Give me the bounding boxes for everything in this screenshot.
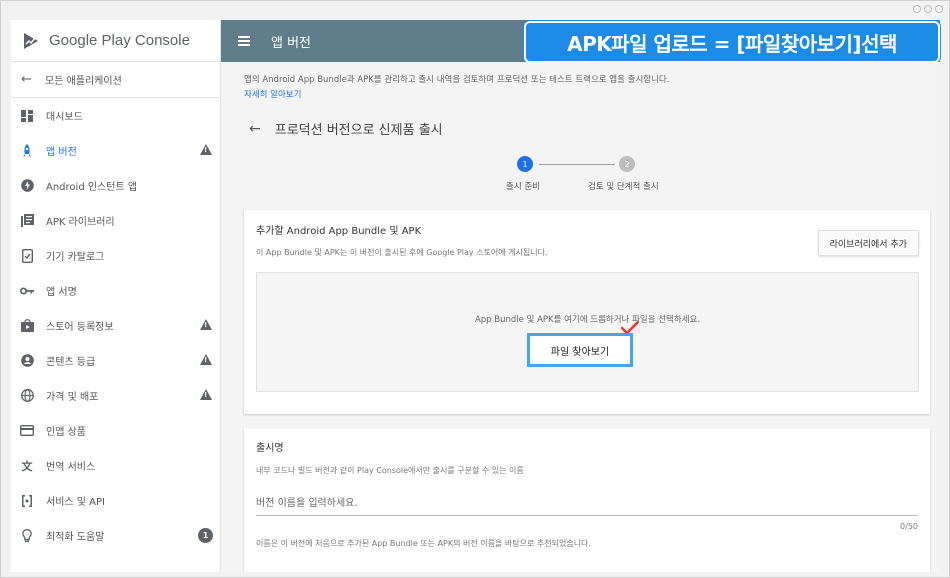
add-from-library-button[interactable]: 라이브러리에서 추가	[817, 230, 919, 256]
step-2-label: 검토 및 단계적 출시	[588, 182, 659, 192]
sidebar-item-label: 앱 버전	[46, 147, 77, 158]
api-icon	[20, 494, 34, 508]
sidebar-item-device-catalog[interactable]: 기기 카탈로그	[11, 238, 220, 273]
sidebar-item-app-signing[interactable]: 앱 서명	[11, 273, 220, 308]
sidebar-item-apk-library[interactable]: APK 라이브러리	[11, 203, 220, 238]
arrow-left-icon: ←	[21, 72, 32, 87]
learn-more-link[interactable]: 자세히 알아보기	[244, 88, 669, 103]
sidebar-item-label: Android 인스턴트 앱	[46, 182, 138, 193]
menu-icon[interactable]	[238, 36, 250, 46]
sidebar-item-store-listing[interactable]: 스토어 등록정보	[11, 308, 220, 343]
drop-zone-text: App Bundle 및 APK를 여기에 드롭하거나 파일을 선택하세요.	[474, 315, 701, 325]
instant-bolt-icon	[20, 179, 34, 193]
rocket-icon	[20, 143, 34, 158]
sidebar-item-services-api[interactable]: 서비스 및 API	[11, 483, 220, 518]
intro-text: 앱의 Android App Bundle과 APK를 관리하고 출시 내역을 …	[244, 73, 669, 103]
release-name-title: 출시명	[256, 443, 284, 454]
sidebar-item-label: 기기 카탈로그	[46, 252, 105, 263]
sidebar-item-label: 콘텐츠 등급	[46, 357, 96, 368]
bundle-card-title: 추가할 Android App Bundle 및 APK	[256, 226, 422, 237]
sidebar-item-instant-apps[interactable]: Android 인스턴트 앱	[11, 168, 220, 203]
play-console-logo-icon	[24, 32, 38, 49]
release-name-subtitle: 내부 코드나 빌드 버전과 같이 Play Console에서만 출시를 구분할…	[256, 466, 524, 475]
character-count: 0/50	[900, 522, 918, 531]
sidebar-item-dashboard[interactable]: 대시보드	[11, 98, 220, 133]
file-drop-zone[interactable]: App Bundle 및 APK를 여기에 드롭하거나 파일을 선택하세요. 파…	[256, 272, 919, 392]
browse-files-button[interactable]: 파일 찾아보기	[527, 333, 633, 367]
step-1-indicator: 1	[517, 156, 533, 172]
library-icon	[20, 214, 34, 228]
annotation-banner: APK파일 업로드 = [파일찾아보기]선택	[524, 21, 940, 63]
content-rating-icon	[20, 354, 34, 368]
sidebar: Google Play Console ← 모든 애플리케이션 대시보드 앱 버…	[11, 20, 221, 572]
lightbulb-icon	[20, 528, 34, 543]
notification-count-badge: 1	[198, 528, 213, 543]
window-control-maximize[interactable]	[924, 5, 932, 13]
step-1-label: 출시 준비	[506, 182, 540, 192]
release-name-hint: 이름은 이 버전에 처음으로 추가된 App Bundle 또는 APK의 버전…	[256, 539, 591, 548]
sidebar-item-label: APK 라이브러리	[46, 217, 115, 228]
warning-icon	[200, 144, 212, 155]
brand-header[interactable]: Google Play Console	[11, 20, 220, 62]
sidebar-item-in-app-products[interactable]: 인앱 상품	[11, 413, 220, 448]
release-heading-text: 프로덕션 버전으로 신제품 출시	[274, 123, 443, 138]
translate-icon: 文	[21, 459, 33, 473]
main-content: 앱의 Android App Bundle과 APK를 관리하고 출시 내역을 …	[221, 62, 940, 572]
step-2-indicator: 2	[619, 156, 635, 172]
sidebar-item-label: 앱 서명	[46, 287, 77, 298]
sidebar-item-label: 대시보드	[46, 112, 83, 123]
warning-icon	[200, 389, 212, 400]
release-stepper: 1 2 출시 준비 검토 및 단계적 출시	[501, 156, 681, 196]
store-listing-icon	[20, 319, 34, 333]
key-icon	[20, 284, 34, 298]
arrow-left-icon[interactable]: ←	[249, 121, 261, 137]
release-heading: ← 프로덕션 버전으로 신제품 출시	[249, 119, 443, 139]
release-name-input[interactable]	[256, 491, 918, 516]
window-control-minimize[interactable]	[913, 5, 921, 13]
dashboard-icon	[20, 109, 34, 123]
sidebar-nav: 대시보드 앱 버전 Android 인스턴트 앱 APK 라이브러리 기기	[11, 98, 220, 553]
bundle-card-subtitle: 이 App Bundle 및 APK는 이 버전이 출시된 후에 Google …	[256, 248, 548, 257]
step-connector	[539, 164, 615, 165]
warning-icon	[200, 354, 212, 365]
sidebar-item-label: 서비스 및 API	[46, 497, 105, 508]
credit-card-icon	[20, 424, 34, 438]
bundle-upload-card: 추가할 Android App Bundle 및 APK 이 App Bundl…	[244, 210, 930, 414]
sidebar-item-pricing-distribution[interactable]: 가격 및 배포	[11, 378, 220, 413]
brand-title: Google Play Console	[49, 32, 190, 49]
sidebar-item-app-releases[interactable]: 앱 버전	[11, 133, 220, 168]
globe-icon	[20, 389, 34, 403]
page-title: 앱 버전	[271, 35, 312, 51]
sidebar-item-label: 최적화 도움말	[46, 532, 105, 543]
warning-icon	[200, 319, 212, 330]
release-name-card: 출시명 내부 코드나 빌드 버전과 같이 Play Console에서만 출시를…	[244, 428, 930, 572]
sidebar-item-label: 인앱 상품	[46, 427, 86, 438]
sidebar-item-label: 번역 서비스	[46, 462, 96, 473]
window-control-close[interactable]	[935, 5, 943, 13]
all-apps-link[interactable]: ← 모든 애플리케이션	[11, 62, 220, 98]
sidebar-item-content-rating[interactable]: 콘텐츠 등급	[11, 343, 220, 378]
sidebar-item-optimization-tips[interactable]: 최적화 도움말 1	[11, 518, 220, 553]
all-apps-label: 모든 애플리케이션	[45, 76, 122, 87]
intro-description: 앱의 Android App Bundle과 APK를 관리하고 출시 내역을 …	[244, 75, 670, 85]
sidebar-item-label: 스토어 등록정보	[46, 322, 114, 333]
window-controls	[913, 5, 943, 13]
device-catalog-icon	[20, 248, 34, 263]
sidebar-item-label: 가격 및 배포	[46, 392, 99, 403]
sidebar-item-translation-service[interactable]: 文 번역 서비스	[11, 448, 220, 483]
